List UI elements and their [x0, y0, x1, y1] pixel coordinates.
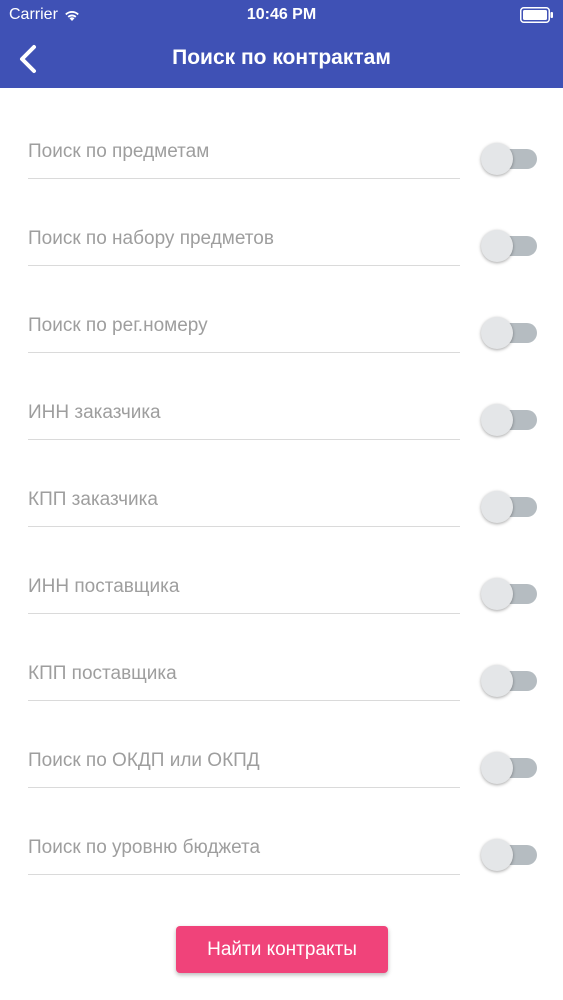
divider: [28, 787, 460, 788]
divider: [28, 874, 460, 875]
toggle-thumb: [481, 143, 513, 175]
toggle-thumb: [481, 491, 513, 523]
filter-label: Поиск по рег.номеру: [28, 315, 208, 336]
divider: [28, 613, 460, 614]
find-contracts-button[interactable]: Найти контракты: [176, 926, 388, 973]
toggle-thumb: [481, 230, 513, 262]
filter-toggle[interactable]: [481, 488, 537, 523]
toggle-thumb: [481, 839, 513, 871]
toggle-thumb: [481, 317, 513, 349]
filter-row-customer-kpp: КПП заказчика: [0, 458, 563, 545]
divider: [28, 700, 460, 701]
toggle-thumb: [481, 752, 513, 784]
navigation-bar: Поиск по контрактам: [0, 30, 563, 88]
battery-icon: [520, 7, 553, 23]
filter-toggle[interactable]: [481, 227, 537, 262]
filter-label: Поиск по уровню бюджета: [28, 837, 261, 858]
filter-label: Поиск по ОКДП или ОКПД: [28, 750, 260, 771]
filter-row-reg-number: Поиск по рег.номеру: [0, 284, 563, 371]
toggle-thumb: [481, 578, 513, 610]
filter-toggle[interactable]: [481, 314, 537, 349]
filter-toggle[interactable]: [481, 662, 537, 697]
filter-row-supplier-inn: ИНН поставщика: [0, 545, 563, 632]
status-time: 10:46 PM: [246, 6, 317, 23]
page-title: Поиск по контрактам: [172, 46, 391, 69]
filter-toggle[interactable]: [481, 749, 537, 784]
divider: [28, 178, 460, 179]
divider: [28, 526, 460, 527]
filter-toggle[interactable]: [481, 575, 537, 610]
filter-label: ИНН заказчика: [28, 402, 161, 423]
status-bar: Carrier 10:46 PM: [0, 0, 563, 30]
filter-label: ИНН поставщика: [28, 576, 180, 597]
divider: [28, 352, 460, 353]
toggle-thumb: [481, 404, 513, 436]
filter-label: КПП поставщика: [28, 663, 177, 684]
filter-toggle[interactable]: [481, 140, 537, 175]
filter-row-subject-set: Поиск по набору предметов: [0, 197, 563, 284]
filter-row-subjects: Поиск по предметам: [0, 110, 563, 197]
divider: [28, 439, 460, 440]
filter-label: КПП заказчика: [28, 489, 158, 510]
filter-row-supplier-kpp: КПП поставщика: [0, 632, 563, 719]
filter-row-budget-level: Поиск по уровню бюджета: [0, 806, 563, 893]
filter-row-customer-inn: ИНН заказчика: [0, 371, 563, 458]
divider: [28, 265, 460, 266]
filter-label: Поиск по предметам: [28, 141, 210, 162]
filter-toggle[interactable]: [481, 401, 537, 436]
filter-label: Поиск по набору предметов: [28, 228, 274, 249]
filter-row-okdp-okpd: Поиск по ОКДП или ОКПД: [0, 719, 563, 806]
toggle-thumb: [481, 665, 513, 697]
filter-toggle[interactable]: [481, 836, 537, 871]
